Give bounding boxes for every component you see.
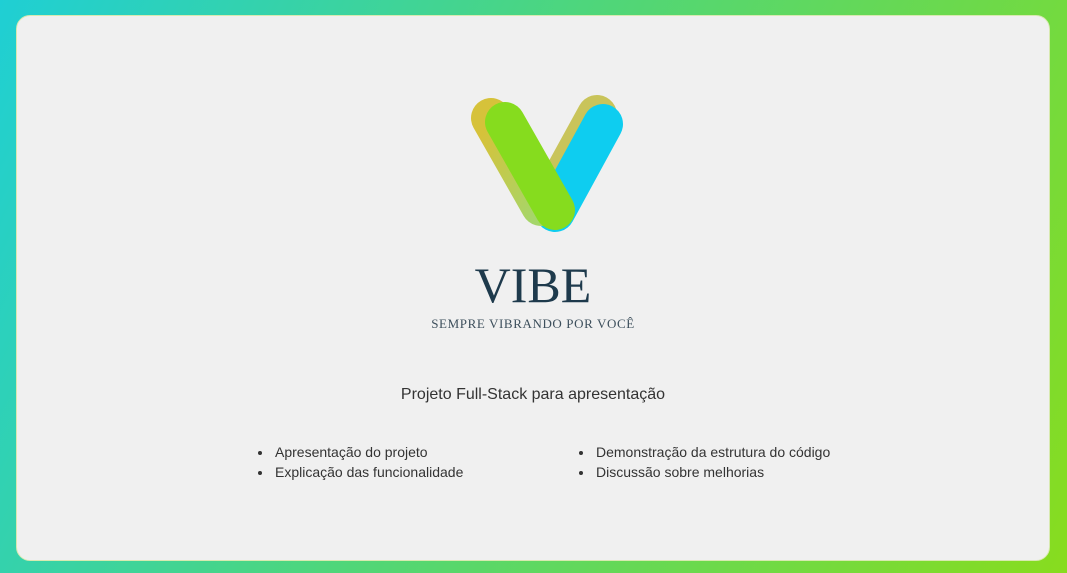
agenda-item: Discussão sobre melhorias: [594, 462, 830, 482]
presentation-card: VIBE SEMPRE VIBRANDO POR VOCÊ Projeto Fu…: [16, 15, 1050, 561]
agenda-list-right: Demonstração da estrutura do código Disc…: [576, 442, 830, 482]
brand-tagline: SEMPRE VIBRANDO POR VOCÊ: [431, 316, 635, 331]
project-subtitle: Projeto Full-Stack para apresentação: [400, 386, 666, 403]
logo-left-arm: [485, 102, 575, 230]
agenda-item: Apresentação do projeto: [273, 442, 463, 462]
agenda-item: Explicação das funcionalidade: [273, 462, 463, 482]
agenda-list-left: Apresentação do projeto Explicação das f…: [255, 442, 463, 482]
vibe-logo-icon: [471, 95, 623, 232]
agenda-item: Demonstração da estrutura do código: [594, 442, 830, 462]
brand-name: VIBE: [474, 257, 592, 313]
